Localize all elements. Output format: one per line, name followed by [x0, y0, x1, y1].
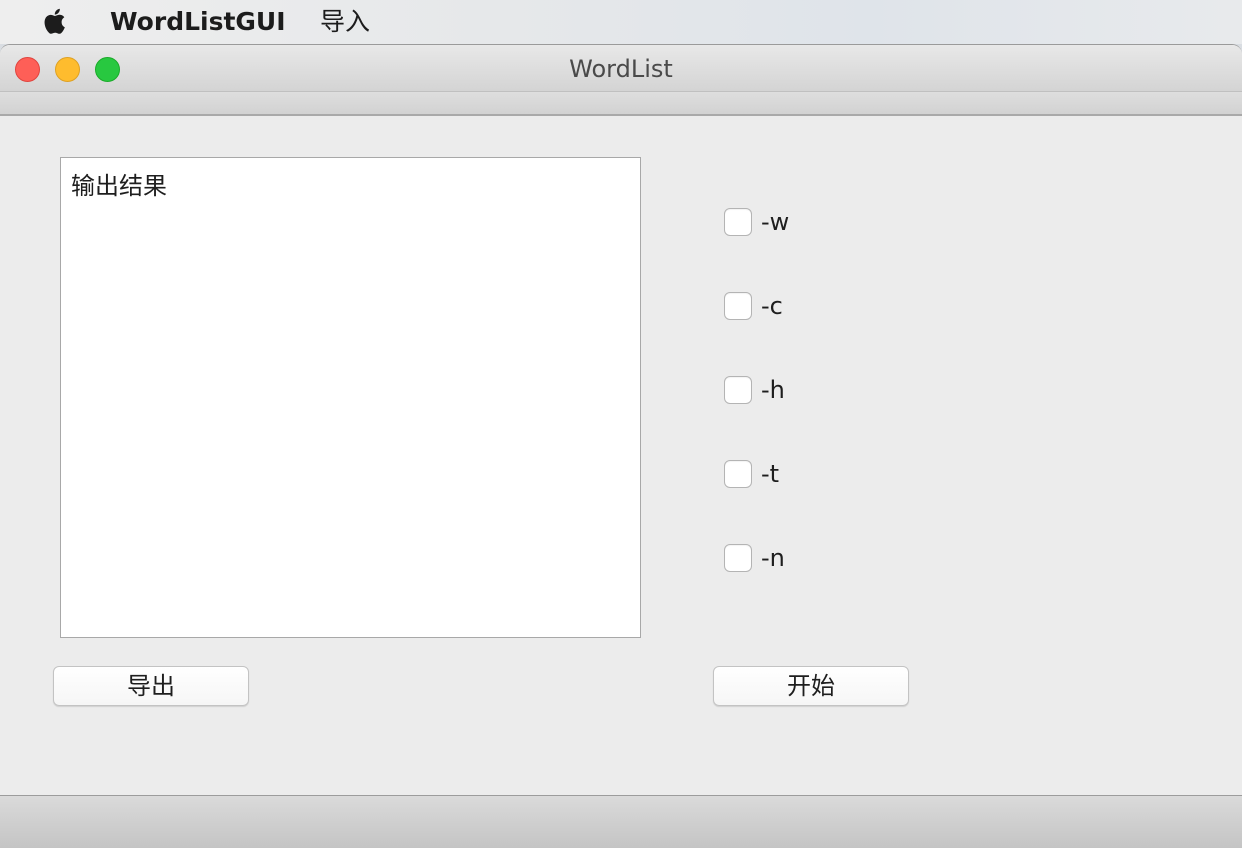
checkbox-n[interactable]	[724, 544, 752, 572]
checkbox-w[interactable]	[724, 208, 752, 236]
option-t[interactable]: -t	[724, 460, 779, 488]
status-bar	[0, 795, 1242, 848]
title-bar[interactable]: WordList	[0, 45, 1242, 91]
option-label-t: -t	[761, 460, 780, 488]
option-c[interactable]: -c	[724, 292, 783, 320]
start-button[interactable]: 开始	[713, 666, 909, 706]
toolbar-strip	[0, 91, 1242, 116]
apple-icon[interactable]	[40, 5, 72, 37]
main-window: WordList 输出结果 -w -c -h -t -n 导出 开始	[0, 44, 1242, 848]
option-w[interactable]: -w	[724, 208, 789, 236]
menu-bar: WordListGUI 导入	[0, 0, 1242, 44]
option-label-c: -c	[761, 292, 783, 320]
checkbox-h[interactable]	[724, 376, 752, 404]
option-h[interactable]: -h	[724, 376, 785, 404]
checkbox-c[interactable]	[724, 292, 752, 320]
option-label-n: -n	[761, 544, 785, 572]
checkbox-t[interactable]	[724, 460, 752, 488]
output-textarea[interactable]: 输出结果	[60, 157, 641, 638]
export-button[interactable]: 导出	[53, 666, 249, 706]
menu-app-name[interactable]: WordListGUI	[110, 7, 286, 37]
option-n[interactable]: -n	[724, 544, 785, 572]
menu-item-import[interactable]: 导入	[320, 7, 370, 37]
window-title: WordList	[569, 55, 673, 83]
output-text: 输出结果	[71, 172, 167, 200]
option-label-h: -h	[761, 376, 785, 404]
option-label-w: -w	[761, 208, 790, 236]
